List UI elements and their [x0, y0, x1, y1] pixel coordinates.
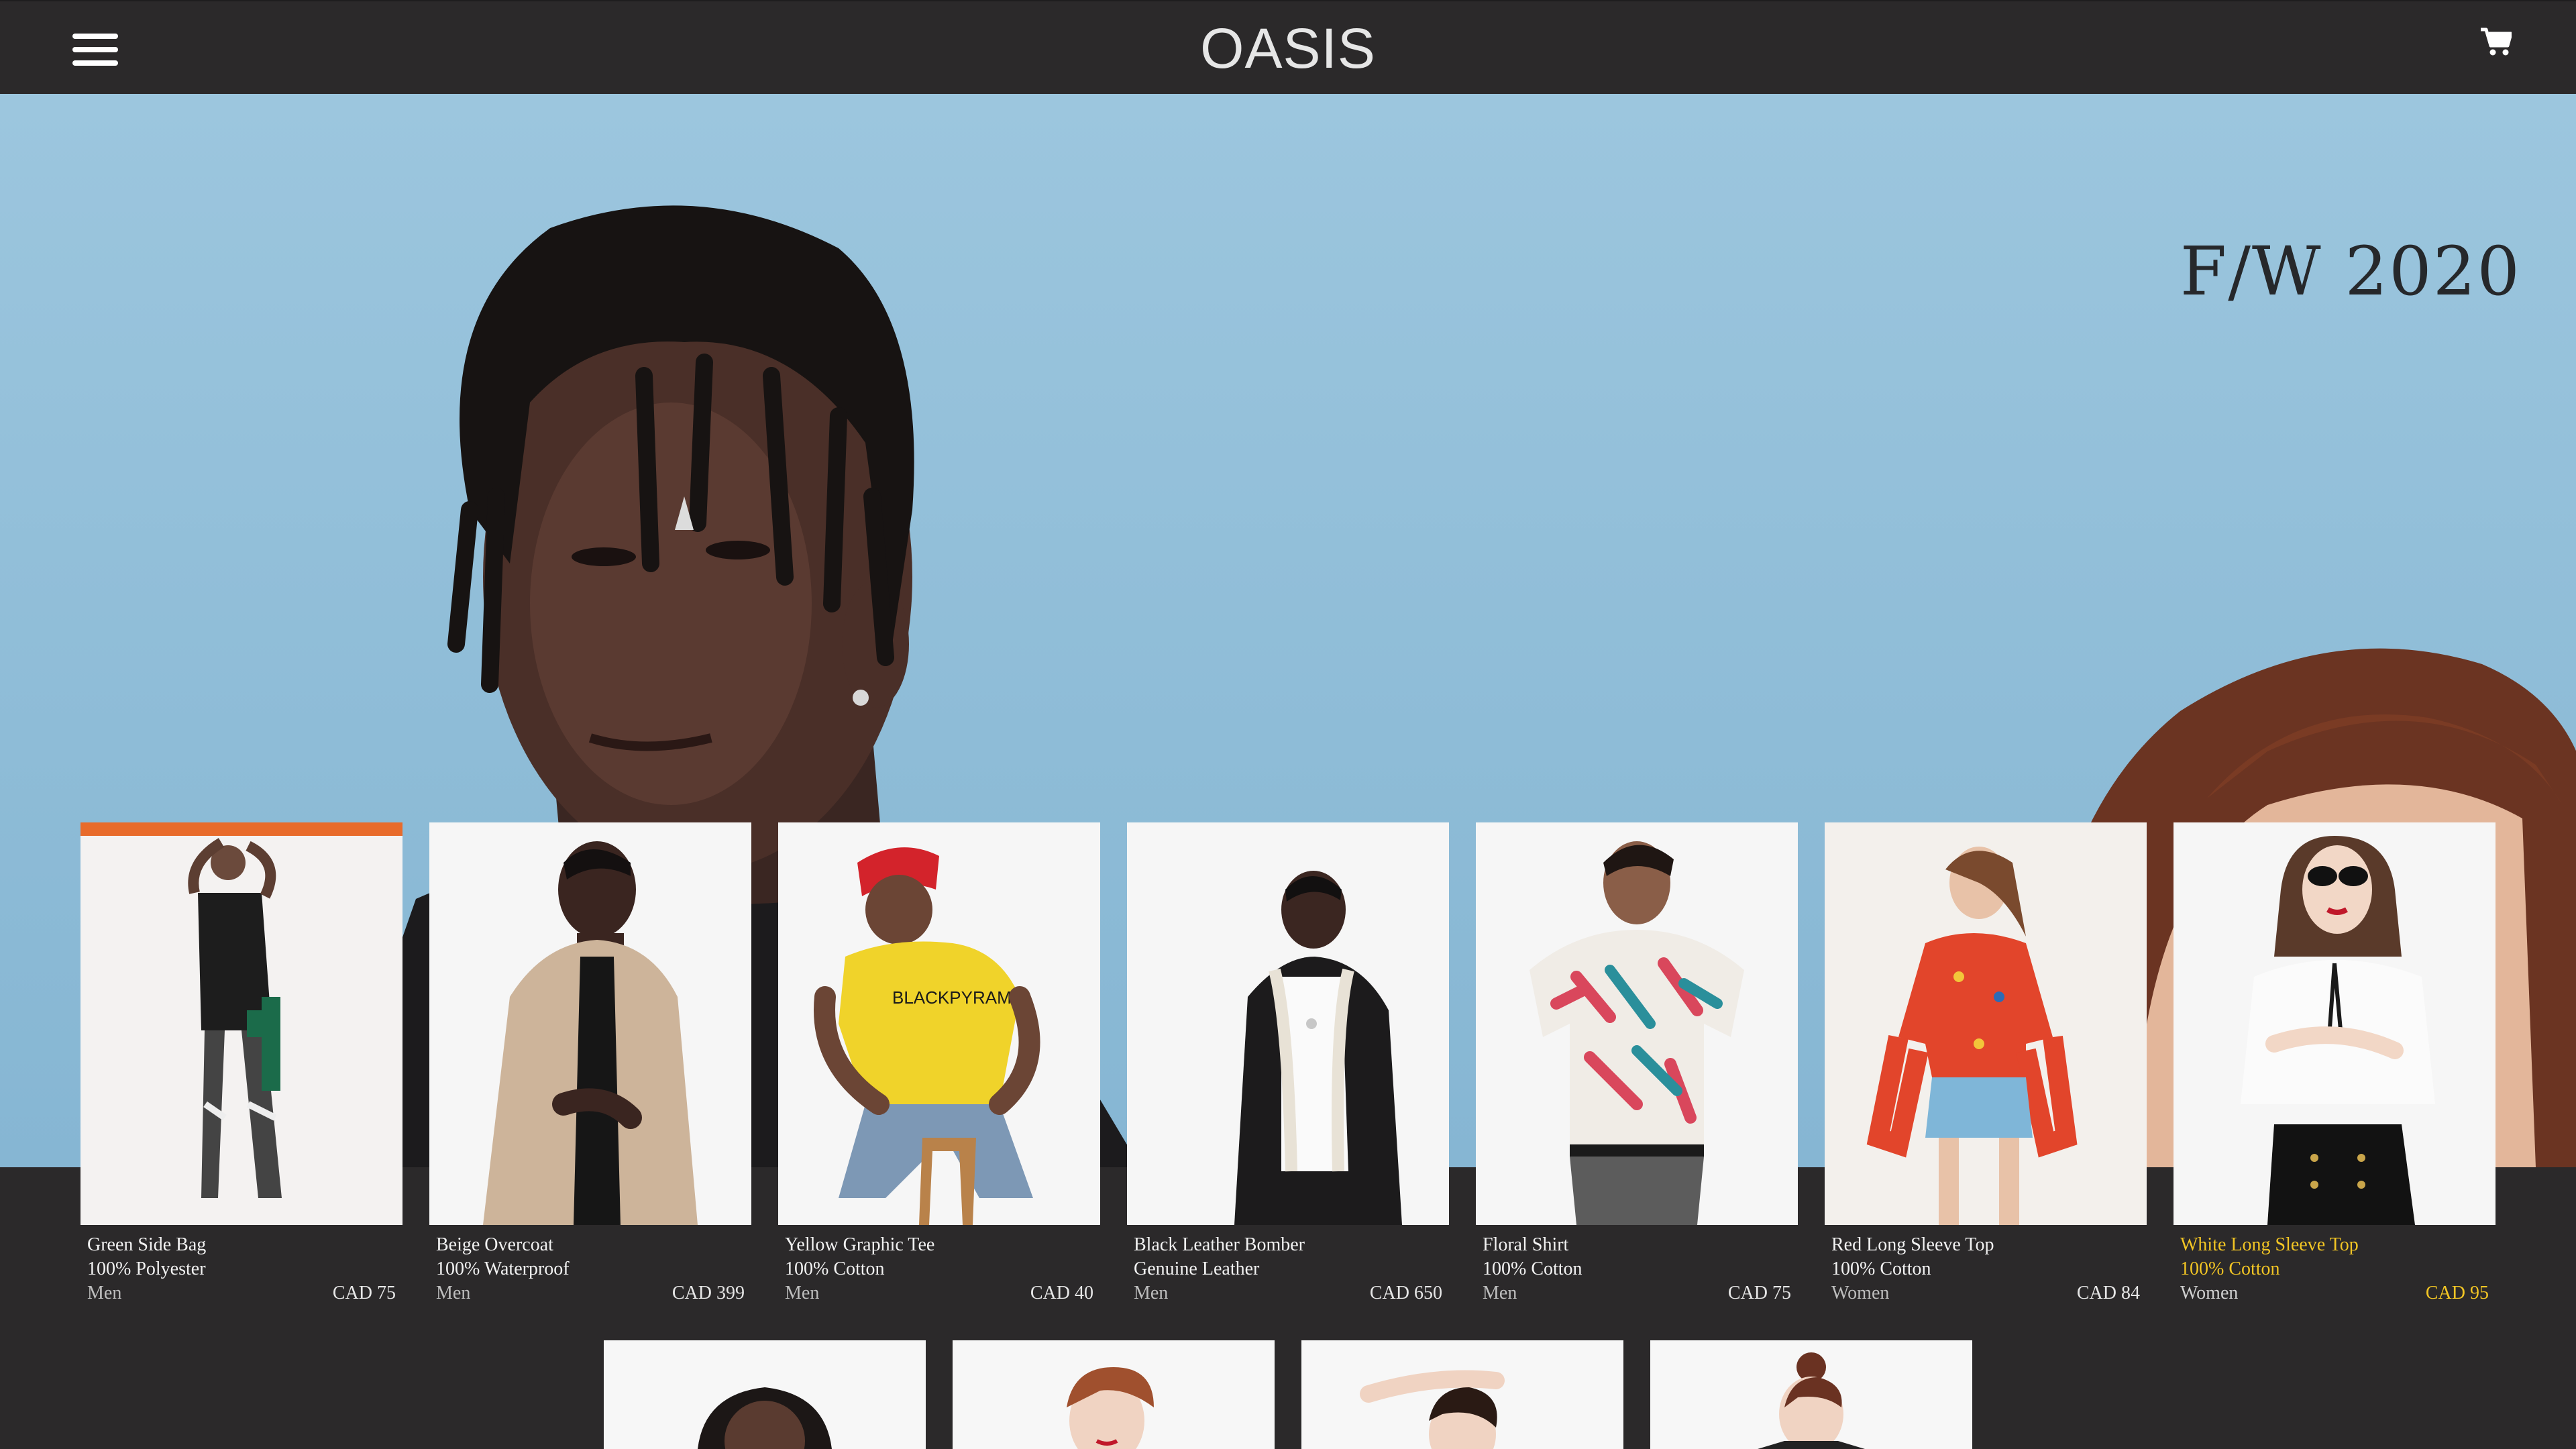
- product-card-row2-3[interactable]: [1301, 1340, 1623, 1449]
- product-name: Green Side Bag: [87, 1234, 207, 1255]
- product-card-row2-4[interactable]: [1650, 1340, 1972, 1449]
- product-card-white-long-sleeve-top[interactable]: White Long Sleeve Top 100% Cotton Women C…: [2174, 822, 2496, 1319]
- product-card-beige-overcoat[interactable]: Beige Overcoat 100% Waterproof Men CAD 39…: [429, 822, 751, 1319]
- product-gender: Women: [2180, 1283, 2239, 1303]
- product-material: 100% Cotton: [785, 1258, 885, 1279]
- product-gender: Men: [87, 1283, 122, 1303]
- product-photo: [1127, 822, 1449, 1225]
- product-price: CAD 650: [1369, 1283, 1442, 1303]
- product-material: 100% Cotton: [2180, 1258, 2280, 1279]
- product-photo: [1360, 1370, 1505, 1449]
- svg-text:BLACKPYRAMID: BLACKPYRAMID: [892, 987, 1029, 1008]
- product-gender: Men: [436, 1283, 471, 1303]
- top-nav-bar: OASIS: [0, 0, 2576, 94]
- season-title: F/W 2020: [2180, 232, 2521, 311]
- product-card-floral-shirt[interactable]: Floral Shirt 100% Cotton Men CAD 75: [1476, 822, 1798, 1319]
- product-card-row2-1[interactable]: [604, 1340, 926, 1449]
- product-photo: [1476, 822, 1798, 1225]
- product-gender: Men: [1483, 1283, 1517, 1303]
- product-photo: [1067, 1367, 1154, 1449]
- product-material: 100% Cotton: [1831, 1258, 1931, 1279]
- product-gender: Men: [785, 1283, 820, 1303]
- product-card-black-leather-bomber[interactable]: Black Leather Bomber Genuine Leather Men…: [1127, 822, 1449, 1319]
- product-photo: [698, 1387, 832, 1449]
- product-photo: [429, 822, 751, 1225]
- product-name: Yellow Graphic Tee: [785, 1234, 935, 1255]
- product-card-yellow-graphic-tee[interactable]: BLACKPYRAMID Yellow Graphic Tee 100% Cot…: [778, 822, 1100, 1319]
- product-card-row2-2[interactable]: [953, 1340, 1275, 1449]
- product-name: Beige Overcoat: [436, 1234, 553, 1255]
- product-material: 100% Cotton: [1483, 1258, 1582, 1279]
- product-material: 100% Polyester: [87, 1258, 206, 1279]
- product-card-red-long-sleeve-top[interactable]: Red Long Sleeve Top 100% Cotton Women CAD…: [1825, 822, 2147, 1319]
- site-logo[interactable]: OASIS: [0, 16, 2576, 80]
- product-photo: [80, 822, 402, 1225]
- product-price: CAD 75: [1727, 1283, 1791, 1303]
- product-name: Floral Shirt: [1483, 1234, 1569, 1255]
- product-price: CAD 399: [672, 1283, 745, 1303]
- product-photo: [2174, 822, 2496, 1225]
- product-price: CAD 40: [1030, 1283, 1093, 1303]
- product-gender: Men: [1134, 1283, 1169, 1303]
- product-price: CAD 84: [2076, 1283, 2140, 1303]
- product-photo: [1758, 1352, 1865, 1449]
- product-gender: Women: [1831, 1283, 1890, 1303]
- product-name: White Long Sleeve Top: [2180, 1234, 2359, 1255]
- product-material: 100% Waterproof: [436, 1258, 570, 1279]
- product-card-green-side-bag[interactable]: Green Side Bag 100% Polyester Men CAD 75: [80, 822, 402, 1319]
- shopping-cart-icon[interactable]: [2481, 27, 2513, 56]
- product-material: Genuine Leather: [1134, 1258, 1260, 1279]
- product-name: Black Leather Bomber: [1134, 1234, 1305, 1255]
- product-photo: [1825, 822, 2147, 1225]
- product-price: CAD 95: [2425, 1283, 2489, 1303]
- product-photo: BLACKPYRAMID: [778, 822, 1100, 1225]
- product-name: Red Long Sleeve Top: [1831, 1234, 1994, 1255]
- product-price: CAD 75: [332, 1283, 396, 1303]
